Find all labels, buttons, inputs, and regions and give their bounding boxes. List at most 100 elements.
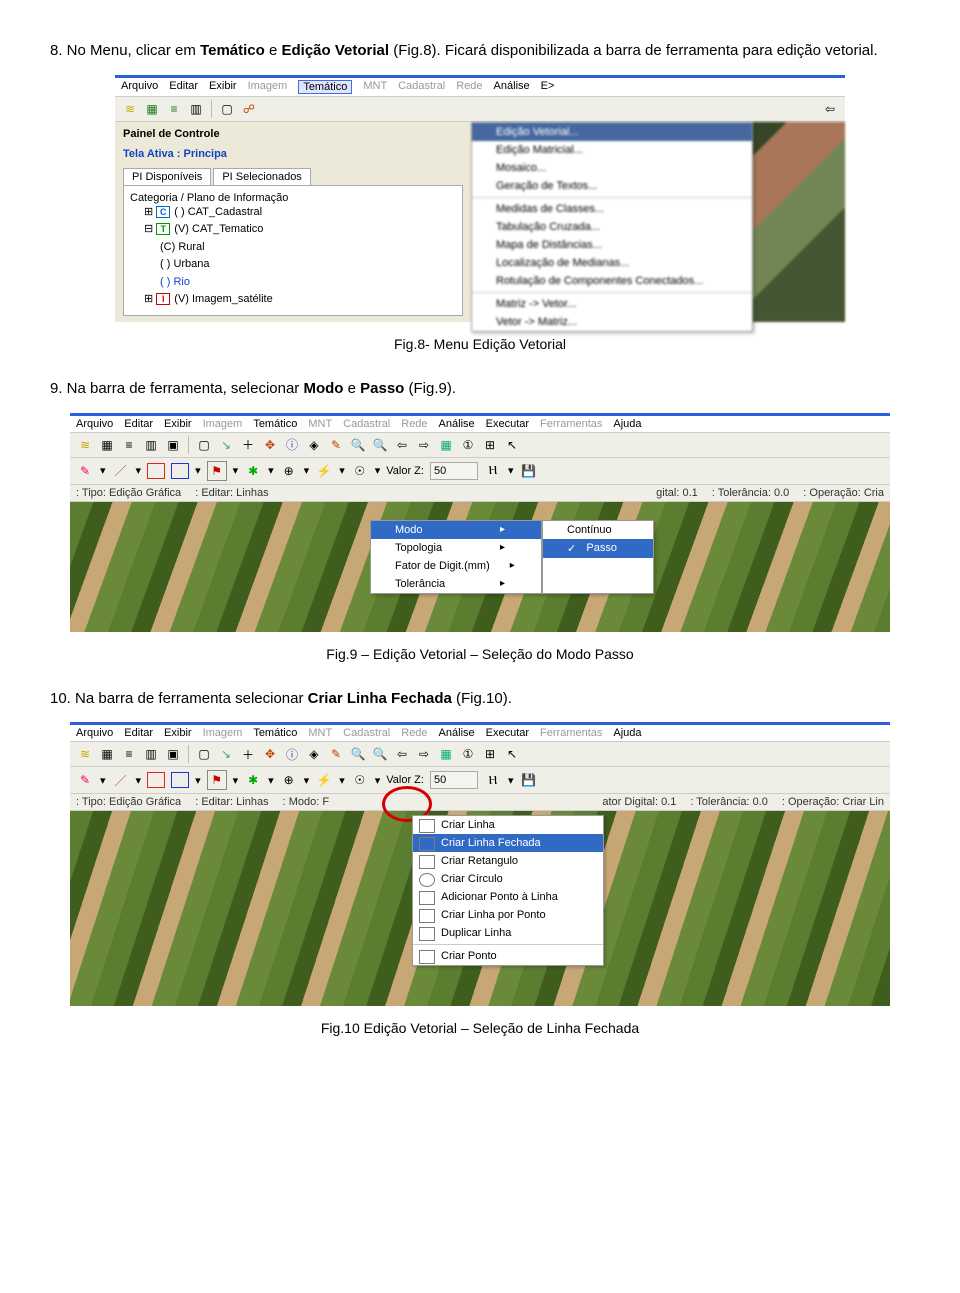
menu-rede[interactable]: Rede [456, 80, 482, 94]
window-icon[interactable]: ▣ [164, 745, 182, 763]
sub-passo[interactable]: Passo [543, 539, 653, 558]
menu-editar[interactable]: Editar [124, 418, 153, 430]
tab-pi-disponiveis[interactable]: PI Disponíveis [123, 168, 211, 185]
menu-ajuda[interactable]: Ajuda [613, 727, 641, 739]
cursor-icon[interactable]: ↖ [503, 436, 521, 454]
menu-tematico[interactable]: Temático [298, 80, 352, 94]
pencil-icon[interactable]: ✎ [327, 436, 345, 454]
dd-adicionar-ponto[interactable]: Adicionar Ponto à Linha [413, 888, 603, 906]
menu-arquivo[interactable]: Arquivo [121, 80, 158, 94]
eye-icon[interactable]: ☉ [351, 771, 369, 789]
star-icon[interactable]: ✱ [244, 771, 262, 789]
rect-blue-icon[interactable] [171, 772, 189, 788]
sub-continuo[interactable]: Contínuo [543, 521, 653, 539]
info-icon[interactable]: ⓘ [283, 745, 301, 763]
crosshair-icon[interactable]: ⊕ [280, 462, 298, 480]
tag-icon[interactable]: ◈ [305, 745, 323, 763]
zoom-out-icon[interactable]: 🔍 [371, 745, 389, 763]
tree-cadastral[interactable]: ⊞ C( ) CAT_Cadastral [130, 204, 456, 222]
stack-icon[interactable]: ≡ [165, 100, 183, 118]
tab-pi-selecionados[interactable]: PI Selecionados [213, 168, 311, 185]
menu-analise[interactable]: Análise [439, 727, 475, 739]
rect-red-icon[interactable] [147, 772, 165, 788]
save2-icon[interactable]: 💾 [519, 771, 537, 789]
back-icon[interactable]: ⇦ [821, 100, 839, 118]
menu-rede[interactable]: Rede [401, 418, 427, 430]
brush-icon[interactable]: ✎ [76, 771, 94, 789]
menu-analise[interactable]: Análise [494, 80, 530, 94]
dd-vetor-matriz[interactable]: Vetor -> Matriz... [472, 313, 752, 331]
save-icon[interactable]: ↘ [217, 745, 235, 763]
layers-icon[interactable]: ▦ [98, 745, 116, 763]
grid-icon[interactable]: ▥ [187, 100, 205, 118]
layers-icon[interactable]: ▦ [143, 100, 161, 118]
gate-icon[interactable]: Ⲏ [484, 771, 502, 789]
dd-geracao-textos[interactable]: Geração de Textos... [472, 177, 752, 195]
forward-icon[interactable]: ⇨ [415, 436, 433, 454]
db-icon[interactable]: ≋ [76, 436, 94, 454]
save2-icon[interactable]: 💾 [519, 462, 537, 480]
crosshair-icon[interactable]: ⊕ [280, 771, 298, 789]
flag-icon[interactable]: ⚑ [207, 770, 227, 790]
chart-icon[interactable]: ⊞ [481, 436, 499, 454]
plus-icon[interactable]: ＋ [239, 745, 257, 763]
menu-ferramentas[interactable]: Ferramentas [540, 727, 602, 739]
star-icon[interactable]: ✱ [244, 462, 262, 480]
menu-exibir[interactable]: Exibir [164, 727, 192, 739]
menu-mnt[interactable]: MNT [308, 727, 332, 739]
dd-criar-circulo[interactable]: Criar Círculo [413, 870, 603, 888]
tree-rural[interactable]: (C) Rural [130, 239, 456, 257]
dd-fator-digit[interactable]: Fator de Digit.(mm) [371, 557, 541, 575]
stack-icon[interactable]: ≡ [120, 436, 138, 454]
zoom-out-icon[interactable]: 🔍 [371, 436, 389, 454]
menu-mnt[interactable]: MNT [308, 418, 332, 430]
move-icon[interactable]: ✥ [261, 436, 279, 454]
menu-extra[interactable]: E> [541, 80, 555, 94]
menu-analise[interactable]: Análise [439, 418, 475, 430]
dd-criar-linha-ponto[interactable]: Criar Linha por Ponto [413, 906, 603, 924]
flag-icon[interactable]: ⚑ [207, 461, 227, 481]
brush-icon[interactable]: ✎ [76, 462, 94, 480]
dd-mosaico[interactable]: Mosaico... [472, 159, 752, 177]
tree-tematico[interactable]: ⊟ T(V) CAT_Tematico [130, 221, 456, 239]
menu-imagem[interactable]: Imagem [203, 418, 243, 430]
save-icon[interactable]: ↘ [217, 436, 235, 454]
gate-icon[interactable]: Ⲏ [484, 462, 502, 480]
lightning-icon[interactable]: ⚡ [315, 771, 333, 789]
dd-medidas-classes[interactable]: Medidas de Classes... [472, 200, 752, 218]
dd-criar-retangulo[interactable]: Criar Retangulo [413, 852, 603, 870]
dd-mapa-distancias[interactable]: Mapa de Distâncias... [472, 236, 752, 254]
db-icon[interactable]: ≋ [121, 100, 139, 118]
tree-imagem[interactable]: ⊞ I(V) Imagem_satélite [130, 291, 456, 309]
info-icon[interactable]: ⓘ [283, 436, 301, 454]
cursor-icon[interactable]: ↖ [503, 745, 521, 763]
menu-editar[interactable]: Editar [169, 80, 198, 94]
doc-icon[interactable]: ▢ [218, 100, 236, 118]
dd-tabulacao-cruzada[interactable]: Tabulação Cruzada... [472, 218, 752, 236]
grid-icon[interactable]: ▥ [142, 436, 160, 454]
rect-red-icon[interactable] [147, 463, 165, 479]
dd-duplicar-linha[interactable]: Duplicar Linha [413, 924, 603, 942]
dd-edicao-vetorial[interactable]: Edição Vetorial... [472, 123, 752, 141]
menu-cadastral[interactable]: Cadastral [398, 80, 445, 94]
dd-modo[interactable]: Modo [371, 521, 541, 539]
line-icon[interactable]: ／ [112, 771, 130, 789]
window-icon[interactable]: ▣ [164, 436, 182, 454]
menu-ajuda[interactable]: Ajuda [613, 418, 641, 430]
doc-icon[interactable]: ▢ [195, 745, 213, 763]
line-icon[interactable]: ／ [112, 462, 130, 480]
layers-icon[interactable]: ▦ [98, 436, 116, 454]
lightning-icon[interactable]: ⚡ [315, 462, 333, 480]
menu-exibir[interactable]: Exibir [209, 80, 237, 94]
menu-ferramentas[interactable]: Ferramentas [540, 418, 602, 430]
menu-arquivo[interactable]: Arquivo [76, 727, 113, 739]
grid-icon[interactable]: ▥ [142, 745, 160, 763]
zoom-in-icon[interactable]: 🔍 [349, 436, 367, 454]
eye-icon[interactable]: ☉ [351, 462, 369, 480]
menu-executar[interactable]: Executar [486, 418, 529, 430]
menu-exibir[interactable]: Exibir [164, 418, 192, 430]
dd-localizacao-medianas[interactable]: Localização de Medianas... [472, 254, 752, 272]
menu-rede[interactable]: Rede [401, 727, 427, 739]
pencil-icon[interactable]: ✎ [327, 745, 345, 763]
menu-mnt[interactable]: MNT [363, 80, 387, 94]
